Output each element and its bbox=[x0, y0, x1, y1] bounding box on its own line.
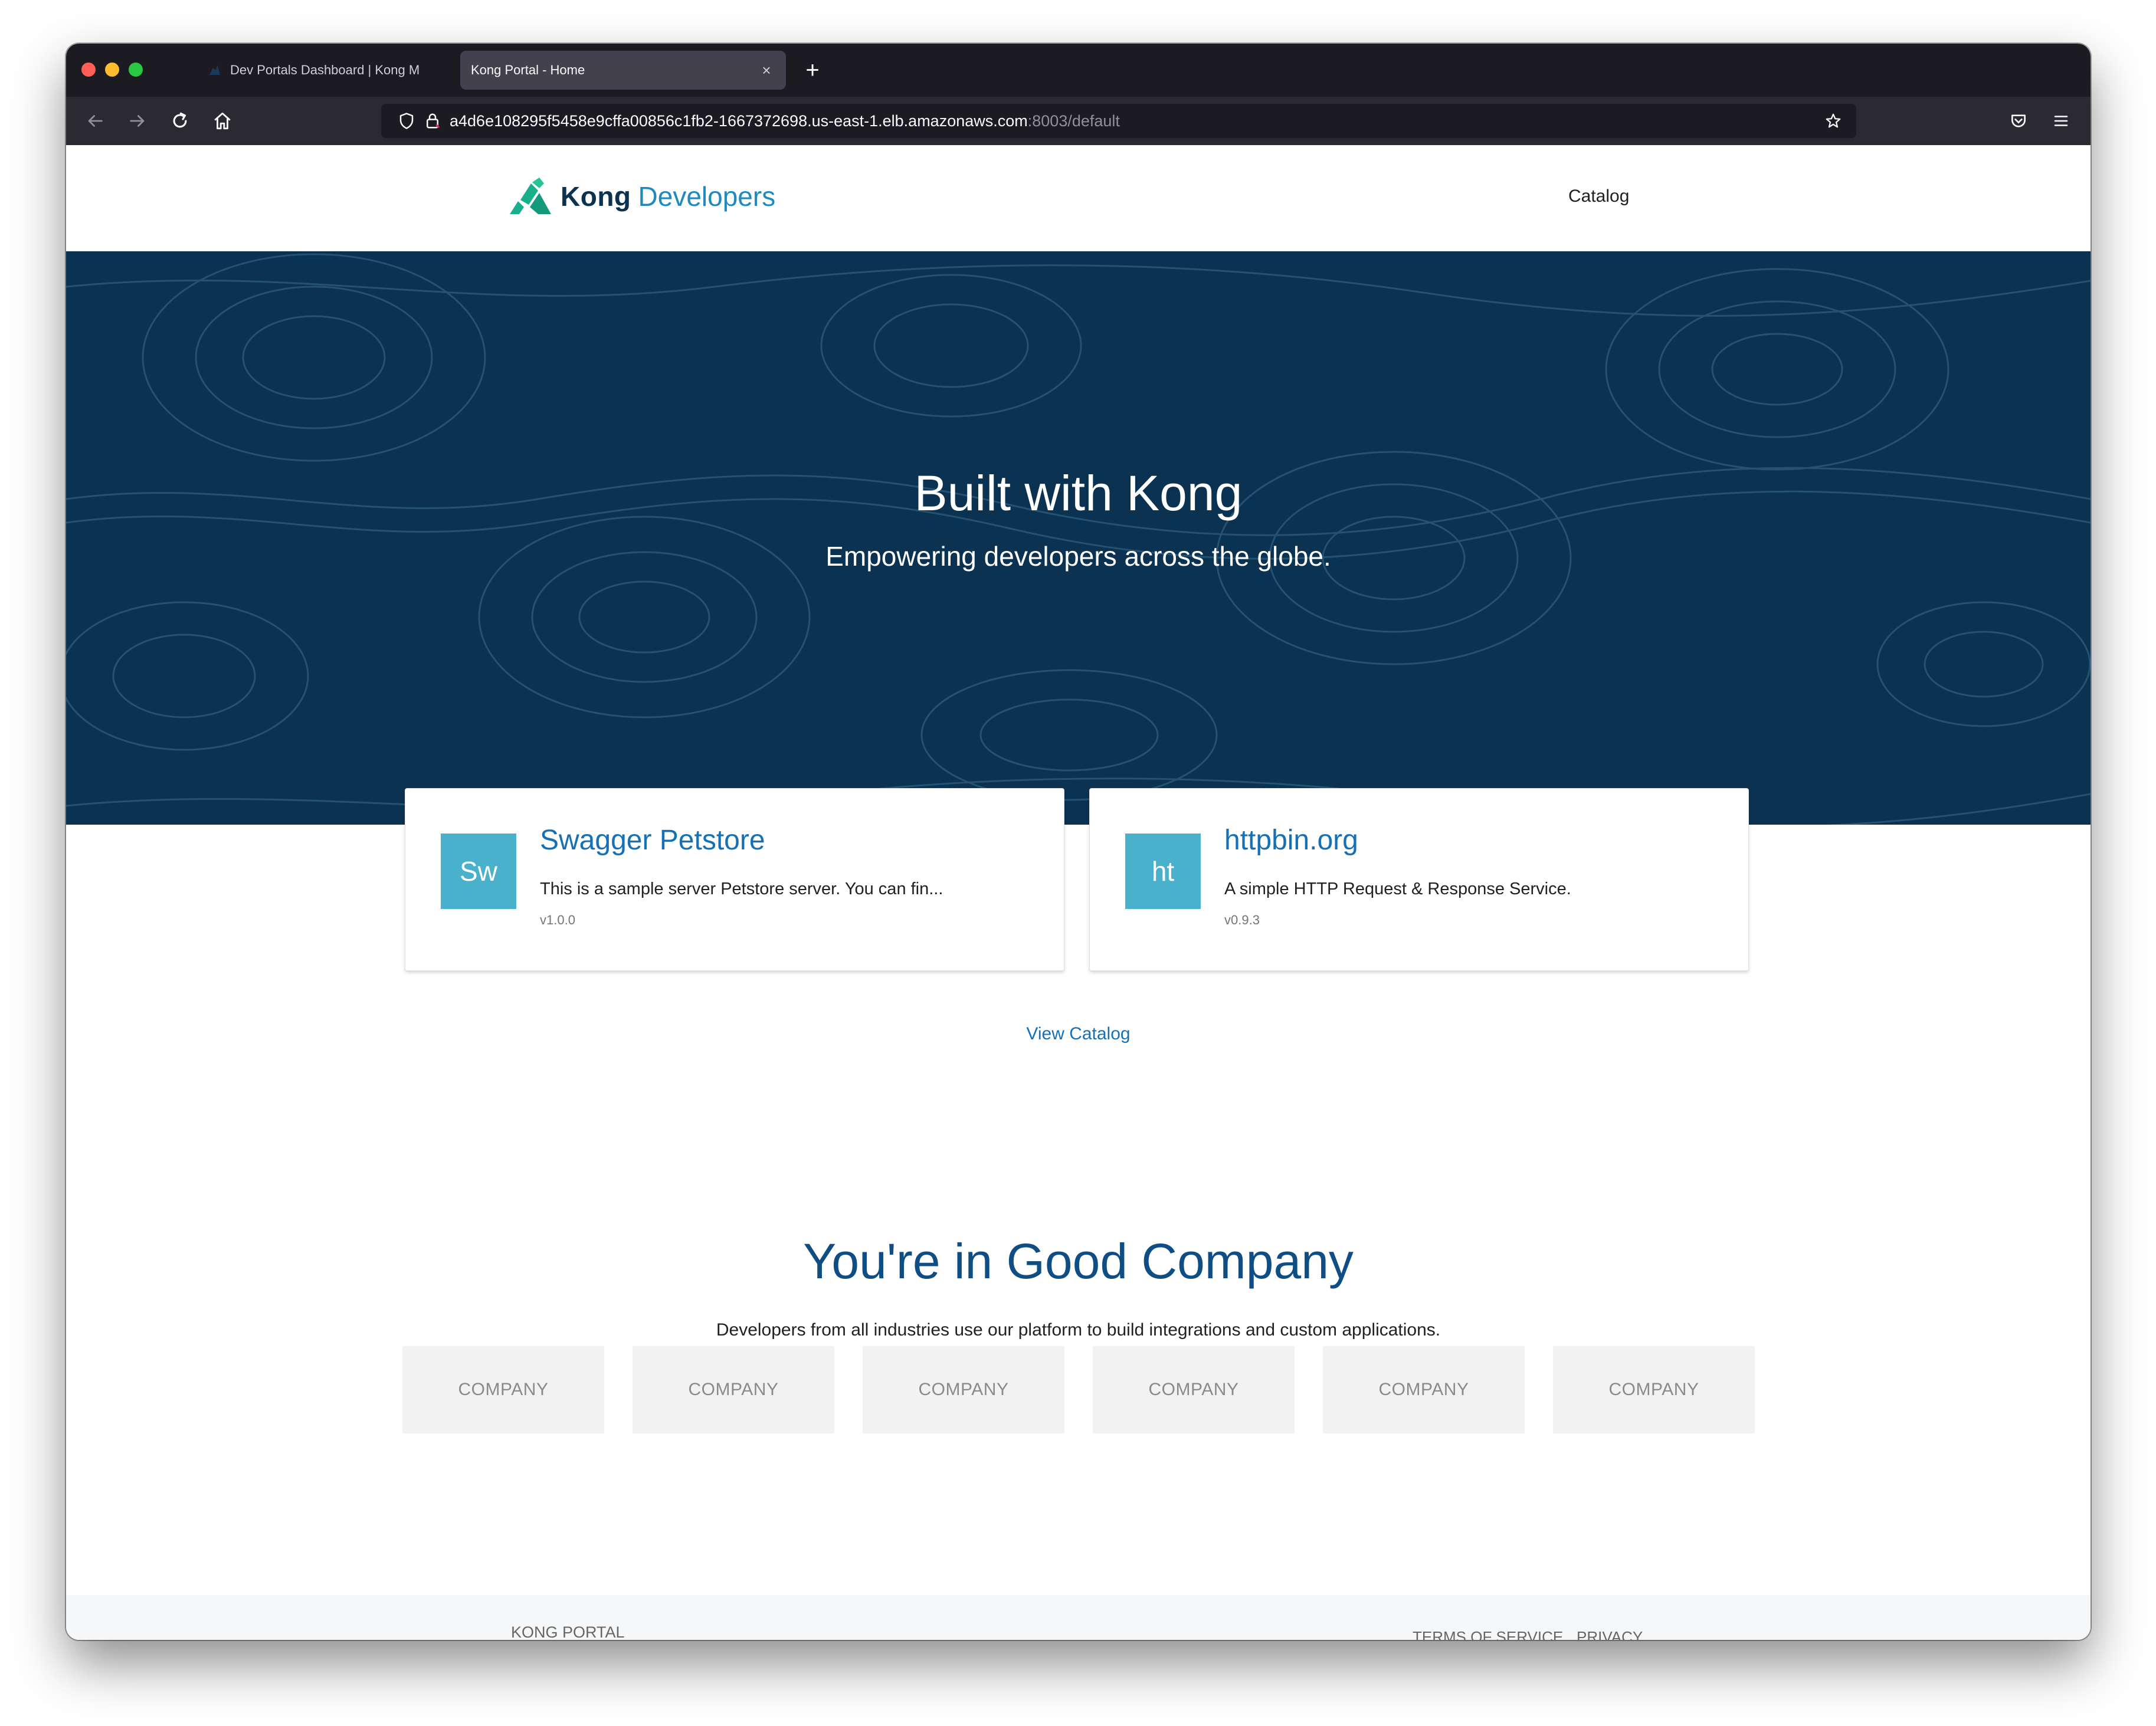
close-window-button[interactable] bbox=[81, 63, 96, 77]
api-title[interactable]: Swagger Petstore bbox=[540, 824, 765, 857]
company-logo-placeholder: COMPANY bbox=[402, 1346, 604, 1433]
hero-subtitle: Empowering developers across the globe. bbox=[825, 541, 1331, 572]
api-version: v1.0.0 bbox=[540, 913, 575, 927]
kong-logo-icon bbox=[510, 178, 551, 214]
url-text: a4d6e108295f5458e9cffa00856c1fb2-1667372… bbox=[450, 104, 1120, 138]
reload-icon[interactable] bbox=[165, 106, 195, 136]
logo-text-developers: Developers bbox=[638, 181, 776, 212]
topographic-pattern-background bbox=[66, 253, 2091, 825]
api-avatar: Sw bbox=[441, 834, 516, 909]
footer-link-privacy[interactable]: PRIVACY bbox=[1577, 1628, 1643, 1640]
good-company-subtitle: Developers from all industries use our p… bbox=[716, 1320, 1441, 1340]
api-avatar: ht bbox=[1125, 834, 1201, 909]
view-catalog-label[interactable]: View Catalog bbox=[1026, 1024, 1130, 1044]
tab-title: Dev Portals Dashboard | Kong M bbox=[230, 63, 420, 77]
api-card-swagger-petstore[interactable]: Sw Swagger Petstore This is a sample ser… bbox=[405, 788, 1064, 971]
maximize-window-button[interactable] bbox=[129, 63, 143, 77]
url-path: :8003/default bbox=[1027, 112, 1120, 130]
kong-developers-logo[interactable]: Kong Developers bbox=[509, 176, 775, 217]
company-logo-placeholder: COMPANY bbox=[1093, 1346, 1295, 1433]
nav-link-catalog[interactable]: Catalog bbox=[1568, 186, 1629, 206]
api-title[interactable]: httpbin.org bbox=[1224, 824, 1358, 857]
hero-banner: Built with Kong Empowering developers ac… bbox=[66, 251, 2091, 825]
forward-icon[interactable] bbox=[123, 106, 152, 136]
logo-text-kong: Kong bbox=[561, 181, 631, 212]
browser-window: Dev Portals Dashboard | Kong M × Kong Po… bbox=[66, 44, 2091, 1640]
site-footer: KONG PORTAL TERMS OF SERVICE PRIVACY bbox=[66, 1595, 2091, 1640]
minimize-window-button[interactable] bbox=[105, 63, 119, 77]
lock-icon[interactable] bbox=[424, 112, 441, 130]
api-card-httpbin[interactable]: ht httpbin.org A simple HTTP Request & R… bbox=[1089, 788, 1749, 971]
shield-icon[interactable] bbox=[398, 112, 415, 130]
hero-title: Built with Kong bbox=[914, 465, 1243, 521]
back-icon[interactable] bbox=[80, 106, 110, 136]
company-logo-placeholder: COMPANY bbox=[863, 1346, 1064, 1433]
company-logo-placeholder: COMPANY bbox=[633, 1346, 834, 1433]
menu-icon[interactable] bbox=[2046, 106, 2076, 136]
kong-favicon-icon bbox=[209, 65, 220, 75]
navigation-bar: a4d6e108295f5458e9cffa00856c1fb2-1667372… bbox=[66, 97, 2091, 145]
footer-brand: KONG PORTAL bbox=[511, 1623, 625, 1640]
company-logo-placeholder: COMPANY bbox=[1323, 1346, 1525, 1433]
api-description: A simple HTTP Request & Response Service… bbox=[1224, 880, 1571, 898]
api-version: v0.9.3 bbox=[1224, 913, 1260, 927]
tab-kong-portal-home[interactable]: Kong Portal - Home × bbox=[460, 51, 786, 90]
plus-icon[interactable]: + bbox=[797, 53, 828, 87]
tab-title: Kong Portal - Home bbox=[471, 63, 585, 77]
tab-strip: Dev Portals Dashboard | Kong M × Kong Po… bbox=[66, 44, 2091, 97]
url-bar[interactable]: a4d6e108295f5458e9cffa00856c1fb2-1667372… bbox=[381, 104, 1856, 138]
home-icon[interactable] bbox=[208, 106, 237, 136]
site-header: Kong Developers Catalog bbox=[66, 145, 2091, 251]
close-icon[interactable]: × bbox=[758, 61, 775, 80]
web-page: Kong Developers Catalog Built with Kong … bbox=[66, 145, 2091, 1640]
pocket-icon[interactable] bbox=[2004, 106, 2033, 136]
footer-link-terms[interactable]: TERMS OF SERVICE bbox=[1413, 1628, 1563, 1640]
api-description: This is a sample server Petstore server.… bbox=[540, 880, 943, 898]
star-icon[interactable] bbox=[1824, 112, 1842, 130]
good-company-heading: You're in Good Company bbox=[803, 1233, 1354, 1289]
company-logo-placeholder: COMPANY bbox=[1553, 1346, 1755, 1433]
url-host: a4d6e108295f5458e9cffa00856c1fb2-1667372… bbox=[450, 112, 1028, 130]
view-catalog-link[interactable]: View Catalog bbox=[66, 1024, 2091, 1044]
